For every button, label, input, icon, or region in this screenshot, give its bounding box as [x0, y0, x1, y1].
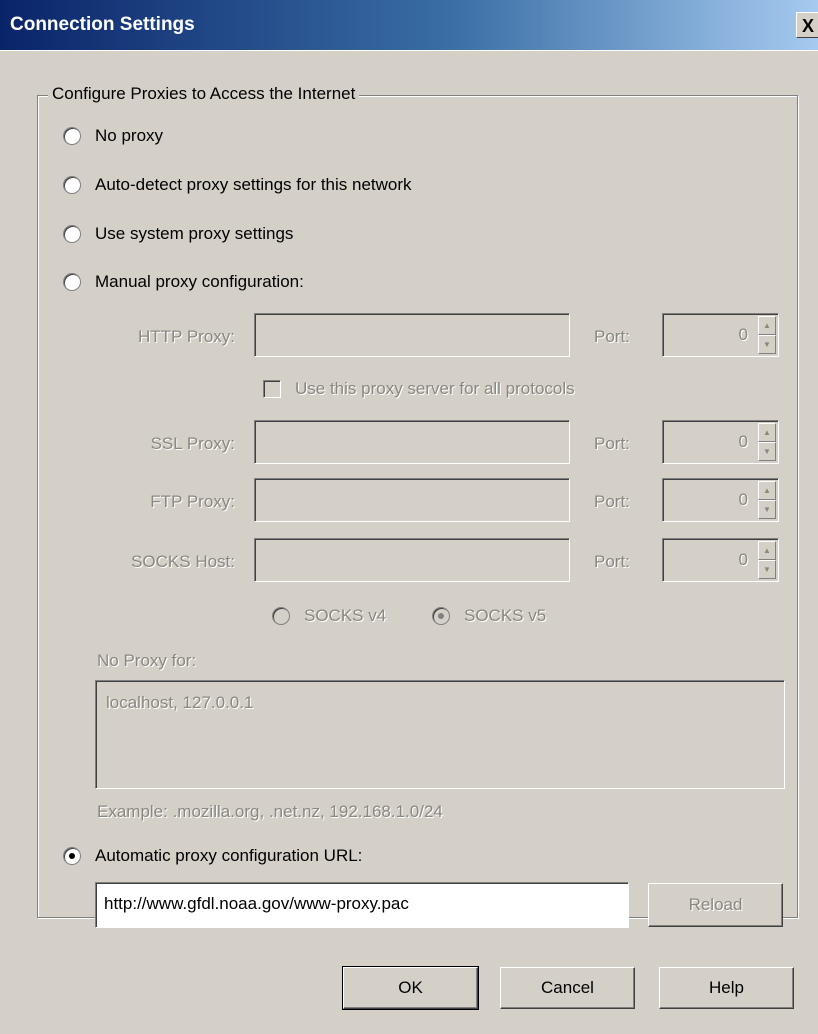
radio-auto-config-url-label: Automatic proxy configuration URL: — [95, 846, 363, 865]
group-legend: Configure Proxies to Access the Internet — [48, 84, 360, 104]
radio-manual-proxy[interactable]: Manual proxy configuration: — [63, 272, 304, 292]
radio-system-proxy[interactable]: Use system proxy settings — [63, 224, 293, 244]
ftp-port-input[interactable]: 0 ▲ ▼ — [662, 478, 779, 522]
radio-manual-proxy-circle[interactable] — [63, 273, 81, 291]
radio-system-proxy-label: Use system proxy settings — [95, 224, 294, 243]
reload-button[interactable]: Reload — [648, 883, 783, 927]
window-title: Connection Settings — [10, 14, 195, 35]
same-proxy-checkbox-row[interactable]: Use this proxy server for all protocols — [263, 379, 575, 399]
radio-auto-detect-label: Auto-detect proxy settings for this netw… — [95, 175, 412, 194]
ftp-port-value: 0 — [738, 490, 748, 509]
ftp-port-spin-up-icon[interactable]: ▲ — [758, 481, 776, 500]
ssl-proxy-input[interactable] — [254, 420, 570, 464]
ftp-proxy-label: FTP Proxy: — [150, 492, 235, 511]
socks-host-input[interactable] — [254, 538, 570, 582]
ssl-port-value: 0 — [738, 432, 748, 451]
radio-auto-config-url[interactable]: Automatic proxy configuration URL: — [63, 846, 362, 866]
radio-no-proxy-circle[interactable] — [63, 127, 81, 145]
ftp-proxy-input[interactable] — [254, 478, 570, 522]
socks-port-value: 0 — [738, 550, 748, 569]
socks-port-spin-down-icon[interactable]: ▼ — [758, 560, 776, 579]
radio-socks-v4-label: SOCKS v4 — [304, 606, 387, 625]
http-port-spin-down-icon[interactable]: ▼ — [758, 335, 776, 354]
same-proxy-label: Use this proxy server for all protocols — [295, 379, 575, 398]
http-proxy-label: HTTP Proxy: — [138, 327, 235, 346]
radio-socks-v4-circle[interactable] — [272, 607, 290, 625]
radio-socks-v5-label: SOCKS v5 — [464, 606, 547, 625]
radio-auto-detect-circle[interactable] — [63, 176, 81, 194]
ssl-proxy-label: SSL Proxy: — [150, 434, 235, 453]
radio-no-proxy-label: No proxy — [95, 126, 164, 145]
http-proxy-input[interactable] — [254, 313, 570, 357]
close-button[interactable]: X — [796, 12, 818, 38]
title-bar: Connection Settings X — [0, 0, 818, 51]
socks-port-label: Port: — [594, 552, 630, 571]
radio-auto-detect[interactable]: Auto-detect proxy settings for this netw… — [63, 175, 412, 195]
no-proxy-for-textarea[interactable]: localhost, 127.0.0.1 — [95, 680, 785, 789]
socks-port-input[interactable]: 0 ▲ ▼ — [662, 538, 779, 582]
ftp-port-spin-down-icon[interactable]: ▼ — [758, 500, 776, 519]
help-button[interactable]: Help — [659, 967, 794, 1009]
ftp-port-label: Port: — [594, 492, 630, 511]
radio-system-proxy-circle[interactable] — [63, 225, 81, 243]
radio-auto-config-url-circle[interactable] — [63, 847, 81, 865]
radio-no-proxy[interactable]: No proxy — [63, 126, 163, 146]
auto-config-url-value: http://www.gfdl.noaa.gov/www-proxy.pac — [104, 894, 409, 913]
http-port-spin-up-icon[interactable]: ▲ — [758, 316, 776, 335]
no-proxy-for-label: No Proxy for: — [97, 651, 197, 670]
radio-socks-v5-circle[interactable] — [432, 607, 450, 625]
http-port-value: 0 — [738, 325, 748, 344]
same-proxy-checkbox[interactable] — [263, 380, 281, 398]
no-proxy-example: Example: .mozilla.org, .net.nz, 192.168.… — [97, 802, 443, 821]
ssl-port-spin-up-icon[interactable]: ▲ — [758, 423, 776, 442]
ok-button[interactable]: OK — [342, 966, 479, 1010]
http-port-label: Port: — [594, 327, 630, 346]
no-proxy-for-value: localhost, 127.0.0.1 — [106, 693, 254, 712]
radio-manual-proxy-label: Manual proxy configuration: — [95, 272, 304, 291]
cancel-button[interactable]: Cancel — [500, 967, 635, 1009]
ssl-port-label: Port: — [594, 434, 630, 453]
http-port-input[interactable]: 0 ▲ ▼ — [662, 313, 779, 357]
socks-host-label: SOCKS Host: — [131, 552, 235, 571]
radio-socks-v4[interactable]: SOCKS v4 — [272, 606, 386, 626]
radio-socks-v5[interactable]: SOCKS v5 — [432, 606, 546, 626]
ssl-port-spin-down-icon[interactable]: ▼ — [758, 442, 776, 461]
ssl-port-input[interactable]: 0 ▲ ▼ — [662, 420, 779, 464]
socks-port-spin-up-icon[interactable]: ▲ — [758, 541, 776, 560]
auto-config-url-input[interactable]: http://www.gfdl.noaa.gov/www-proxy.pac — [95, 882, 629, 928]
